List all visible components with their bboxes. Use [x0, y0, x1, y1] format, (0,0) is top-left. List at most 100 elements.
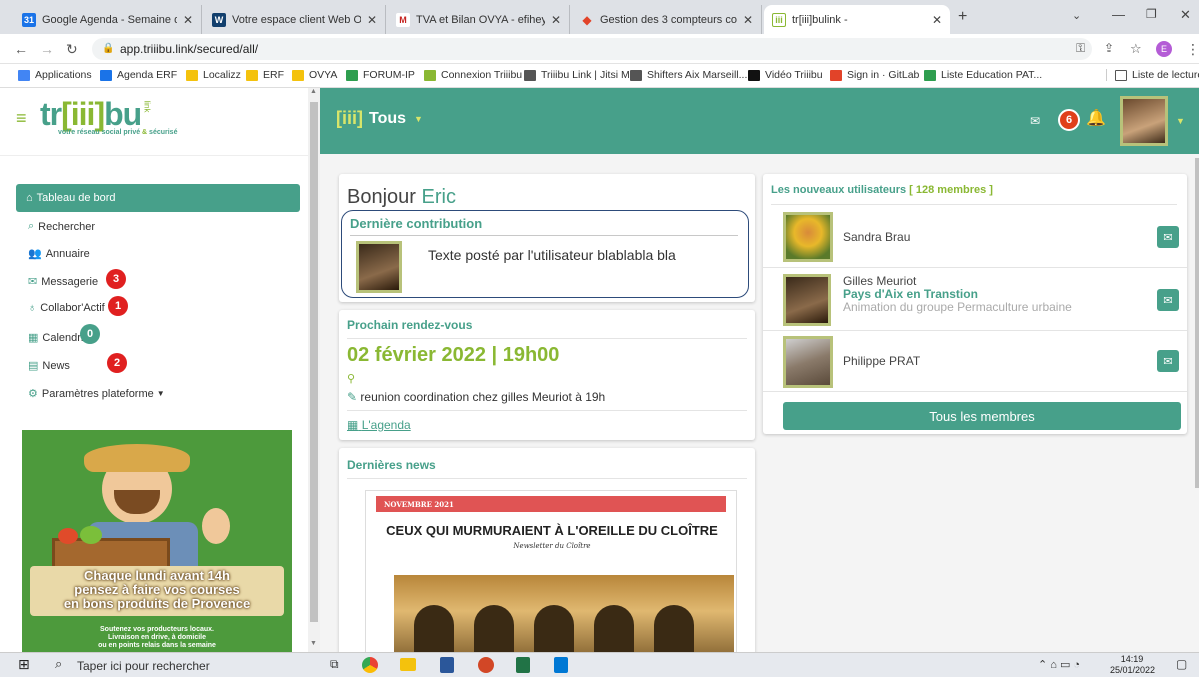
- file-explorer-icon[interactable]: [400, 658, 416, 671]
- top-bar: [iii] Tous ▼ ✉ 6 🔔 ▼: [320, 88, 1199, 154]
- key-icon[interactable]: ⚿: [1076, 41, 1085, 56]
- envelope-icon: ✉: [1163, 355, 1173, 368]
- new-users-title-text: Les nouveaux utilisateurs: [771, 184, 907, 196]
- sidebar-item-label: Paramètres plateforme: [41, 387, 154, 400]
- reading-list[interactable]: Liste de lecture: [1106, 69, 1199, 81]
- notification-badge[interactable]: 6: [1058, 109, 1080, 131]
- share-icon[interactable]: ⇪: [1104, 41, 1114, 55]
- tab-gitlab[interactable]: ◆ Gestion des 3 compteurs contrib ✕: [572, 5, 762, 34]
- close-icon[interactable]: ✕: [367, 13, 377, 27]
- map-marker-icon: ⚲: [347, 373, 356, 385]
- word-icon[interactable]: [440, 657, 454, 673]
- tab-ovh[interactable]: W Votre espace client Web OVHclo ✕: [204, 5, 386, 34]
- user-row[interactable]: Gilles Meuriot Pays d'Aix en Transtion A…: [763, 269, 1187, 331]
- tab-triiibu[interactable]: iii tr[iii]bulink - ✕: [764, 5, 950, 34]
- excel-icon[interactable]: [516, 657, 530, 673]
- taskbar-search-field[interactable]: Taper ici pour rechercher: [77, 659, 210, 673]
- message-button[interactable]: ✉: [1157, 226, 1179, 248]
- plus-icon: [346, 69, 358, 81]
- bookmark-connexion-triiibu[interactable]: Connexion Triiibu: [424, 69, 522, 81]
- bookmark-localizz[interactable]: Localizz: [186, 69, 241, 81]
- forward-icon[interactable]: →: [40, 41, 54, 57]
- user-name: Eric: [421, 186, 456, 208]
- window-close-icon[interactable]: ✕: [1180, 7, 1191, 23]
- newsletter-preview[interactable]: NOVEMBRE 2021 CEUX QUI MURMURAIENT À L'O…: [365, 490, 737, 652]
- back-icon[interactable]: ←: [14, 41, 28, 57]
- sidebar-item-search[interactable]: ⌕ Rechercher: [28, 220, 95, 233]
- close-icon[interactable]: ✕: [743, 13, 753, 27]
- minimize-icon[interactable]: —: [1112, 7, 1125, 22]
- close-icon[interactable]: ✕: [183, 13, 193, 27]
- user-avatar: [783, 212, 833, 262]
- last-contribution[interactable]: Dernière contribution Texte posté par l'…: [341, 210, 749, 298]
- bookmark-agenda-erf[interactable]: Agenda ERF: [100, 69, 177, 81]
- sidebar-item-dashboard[interactable]: ⌂ Tableau de bord: [16, 184, 300, 212]
- reload-icon[interactable]: ↻: [66, 41, 78, 58]
- bookmark-shifters[interactable]: Shifters Aix Marseill...: [630, 69, 747, 81]
- tab-gmail[interactable]: M TVA et Bilan OVYA - efihey@gma ✕: [388, 5, 570, 34]
- envelope-icon[interactable]: ✉: [1030, 114, 1040, 128]
- windows-start-icon[interactable]: ⊞: [18, 656, 30, 673]
- bookmark-erf[interactable]: ERF: [246, 69, 284, 81]
- scrollbar-thumb[interactable]: [310, 102, 318, 622]
- bookmark-forum-ip[interactable]: FORUM-IP: [346, 69, 415, 81]
- user-row[interactable]: Sandra Brau ✉: [763, 208, 1187, 268]
- close-icon[interactable]: ✕: [551, 13, 561, 27]
- clock[interactable]: 14:19 25/01/2022: [1110, 654, 1155, 676]
- scroll-down-icon[interactable]: ▼: [310, 640, 317, 647]
- menu-icon[interactable]: ⋮: [1186, 41, 1199, 58]
- rendezvous-desc: ✎ reunion coordination chez gilles Meuri…: [347, 390, 605, 404]
- plus-icon: [924, 69, 936, 81]
- tab-search-icon[interactable]: ⌄: [1072, 9, 1081, 22]
- system-tray-icons[interactable]: ⌃ ⌂ ▭ ◔: [1038, 658, 1080, 671]
- all-members-button[interactable]: Tous les membres: [783, 402, 1181, 430]
- bookmark-applications[interactable]: Applications: [18, 69, 92, 81]
- promo-banner[interactable]: Chaque lundi avant 14h pensez à faire vo…: [22, 430, 292, 652]
- welcome-card: Bonjour Eric Dernière contribution Texte…: [339, 174, 755, 302]
- cogs-icon: ⚙: [28, 388, 38, 400]
- notifications-icon[interactable]: ▢: [1176, 657, 1187, 671]
- restore-icon[interactable]: ❐: [1146, 7, 1157, 21]
- url-field[interactable]: 🔒 app.triiibu.link/secured/all/: [92, 38, 1092, 60]
- bell-icon[interactable]: 🔔: [1086, 108, 1106, 128]
- user-row[interactable]: Philippe PRAT ✉: [763, 332, 1187, 392]
- star-icon[interactable]: ☆: [1130, 41, 1142, 57]
- chrome-icon[interactable]: [362, 657, 378, 673]
- task-view-icon[interactable]: ⧉: [330, 657, 339, 672]
- new-tab-button[interactable]: +: [958, 8, 967, 26]
- bookmark-video-triiibu[interactable]: Vidéo Triiibu: [748, 69, 823, 81]
- news-title: Dernières news: [347, 458, 436, 472]
- bookmark-gitlab[interactable]: Sign in · GitLab: [830, 69, 919, 81]
- user-avatar[interactable]: [1120, 96, 1168, 146]
- agenda-link[interactable]: ▦ L'agenda: [347, 418, 411, 432]
- feather-icon: [630, 69, 642, 81]
- logo[interactable]: tr[iii]bu link votre réseau social privé …: [40, 96, 177, 136]
- bookmark-ovya[interactable]: OVYA: [292, 69, 337, 81]
- sidebar-item-annuaire[interactable]: 👥 Annuaire: [28, 247, 90, 261]
- hamburger-icon[interactable]: ≡: [16, 108, 27, 129]
- group-selector[interactable]: [iii] Tous ▼: [336, 108, 423, 129]
- sidebar-item-messagerie[interactable]: ✉ Messagerie: [28, 275, 98, 289]
- sidebar-item-collaboractif[interactable]: ♁ Collabor'Actif: [28, 302, 105, 314]
- promo-headline: Chaque lundi avant 14h pensez à faire vo…: [30, 566, 284, 616]
- bookmark-label: OVYA: [309, 69, 338, 81]
- main-scrollbar[interactable]: [1195, 158, 1199, 488]
- close-icon[interactable]: ✕: [932, 13, 942, 27]
- message-button[interactable]: ✉: [1157, 289, 1179, 311]
- sidebar-item-news[interactable]: ▤ News: [28, 359, 70, 373]
- user-avatar: [783, 274, 831, 326]
- sidebar-scrollbar[interactable]: ▲ ▼: [308, 88, 320, 652]
- powerpoint-icon[interactable]: [478, 657, 494, 673]
- rendezvous-desc-text: reunion coordination chez gilles Meuriot…: [360, 390, 606, 404]
- profile-avatar[interactable]: E: [1156, 41, 1172, 57]
- message-button[interactable]: ✉: [1157, 350, 1179, 372]
- outlook-icon[interactable]: [554, 657, 568, 673]
- greeting: Bonjour Eric: [347, 186, 456, 209]
- bookmark-jitsi[interactable]: Triiibu Link | Jitsi M...: [524, 69, 638, 81]
- caret-down-icon[interactable]: ▼: [1176, 116, 1185, 126]
- bookmark-liste-education[interactable]: Liste Education PAT...: [924, 69, 1042, 81]
- tab-google-agenda[interactable]: 31 Google Agenda - Semaine du 24 ✕: [14, 5, 202, 34]
- scroll-up-icon[interactable]: ▲: [310, 88, 317, 95]
- sidebar-item-parametres[interactable]: ⚙ Paramètres plateforme ▼: [28, 387, 165, 401]
- newspaper-icon: ▤: [28, 360, 39, 372]
